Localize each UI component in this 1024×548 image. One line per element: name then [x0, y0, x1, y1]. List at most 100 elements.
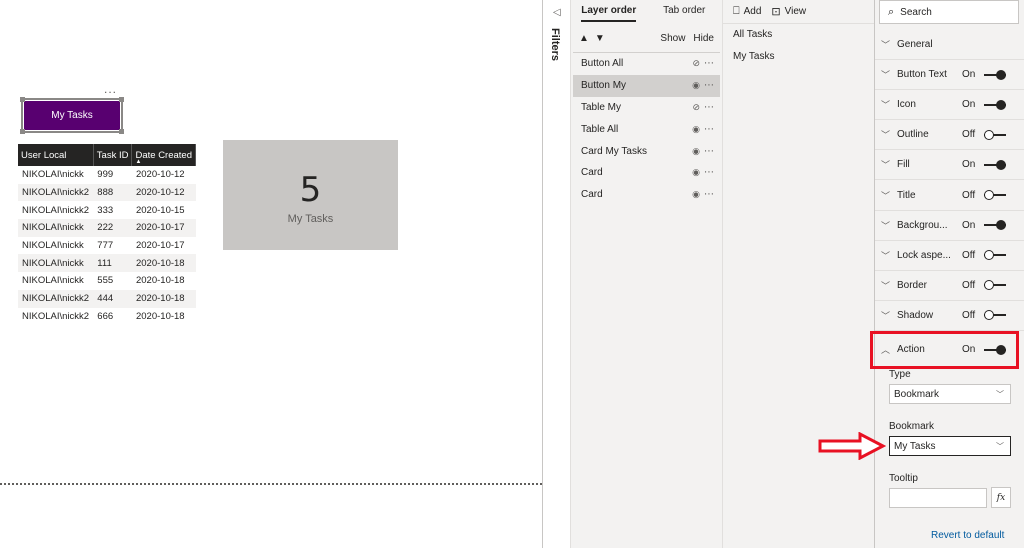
bookmarks-pane: ⎕ Add ⊡ View All Tasks My Tasks: [722, 0, 874, 548]
selection-tabs: Layer order Tab order: [571, 0, 722, 24]
column-header-task-id[interactable]: Task ID: [93, 144, 133, 166]
layer-item[interactable]: Table All ◉ ⋯: [573, 118, 720, 140]
type-dropdown[interactable]: Bookmark ﹀: [889, 384, 1011, 404]
visual-more-options-icon[interactable]: ...: [104, 82, 117, 96]
revert-to-default-link[interactable]: Revert to default: [931, 530, 1004, 541]
tooltip-input[interactable]: [889, 488, 987, 508]
toggle-switch[interactable]: [984, 190, 1006, 201]
toggle-switch[interactable]: [984, 129, 1006, 140]
tab-layer-order[interactable]: Layer order: [571, 0, 647, 24]
filters-label[interactable]: Filters: [549, 28, 561, 61]
format-section-outline[interactable]: ﹀ Outline Off: [875, 120, 1024, 151]
bookmark-value: My Tasks: [894, 440, 936, 452]
layer-item[interactable]: Table My ⊘ ⋯: [573, 97, 720, 119]
table-row[interactable]: NIKOLAI\nickk2 888 2020-10-12: [18, 183, 196, 202]
eye-icon[interactable]: ◉: [692, 167, 700, 178]
resize-handle[interactable]: [20, 97, 25, 102]
toggle-switch[interactable]: [984, 220, 1006, 231]
chevron-down-icon: ﹀: [881, 190, 891, 201]
more-options-icon[interactable]: ⋯: [704, 124, 714, 135]
my-tasks-card[interactable]: 5 My Tasks: [223, 140, 398, 250]
format-section-backgrou[interactable]: ﹀ Backgrou... On: [875, 211, 1024, 241]
format-section-title[interactable]: ﹀ Title Off: [875, 180, 1024, 211]
format-section-lock-aspe[interactable]: ﹀ Lock aspe... Off: [875, 241, 1024, 271]
table-row[interactable]: NIKOLAI\nickk 999 2020-10-12: [18, 166, 196, 184]
column-header-user-local[interactable]: User Local: [18, 144, 94, 166]
table-row[interactable]: NIKOLAI\nickk 555 2020-10-18: [18, 272, 196, 290]
search-placeholder: Search: [900, 6, 932, 18]
layer-item[interactable]: Card ◉ ⋯: [573, 162, 720, 184]
eye-hidden-icon[interactable]: ⊘: [692, 58, 700, 69]
section-label: Title: [897, 189, 916, 201]
table-cell: NIKOLAI\nickk: [18, 254, 94, 273]
type-value: Bookmark: [894, 388, 940, 400]
table-row[interactable]: NIKOLAI\nickk 111 2020-10-18: [18, 254, 196, 273]
table-cell: NIKOLAI\nickk: [22, 275, 84, 287]
add-bookmark-button[interactable]: Add: [744, 6, 762, 17]
expand-filters-icon[interactable]: ◁: [553, 7, 561, 18]
layer-name: Card My Tasks: [581, 145, 647, 157]
format-section-general[interactable]: ﹀ General: [875, 30, 1024, 61]
send-backward-icon[interactable]: ▼: [595, 33, 605, 44]
my-tasks-button[interactable]: My Tasks: [24, 101, 120, 130]
tab-tab-order[interactable]: Tab order: [647, 0, 723, 24]
format-section-action[interactable]: ︿ Action On: [870, 330, 1019, 369]
table-cell: NIKOLAI\nickk2: [22, 204, 90, 216]
filters-pane-collapsed[interactable]: ◁ Filters: [542, 0, 570, 548]
table-row[interactable]: NIKOLAI\nickk2 666 2020-10-18: [18, 308, 196, 326]
view-bookmark-button[interactable]: View: [785, 6, 807, 17]
toggle-switch[interactable]: [984, 159, 1006, 170]
eye-icon[interactable]: ◉: [692, 80, 700, 91]
bookmark-item[interactable]: All Tasks: [723, 24, 874, 46]
format-section-border[interactable]: ﹀ Border Off: [875, 271, 1024, 301]
format-section-fill[interactable]: ﹀ Fill On: [875, 150, 1024, 181]
toggle-switch[interactable]: [984, 69, 1006, 80]
table-row[interactable]: NIKOLAI\nickk2 333 2020-10-15: [18, 201, 196, 219]
layer-item[interactable]: Button My ◉ ⋯: [573, 74, 720, 97]
layer-item[interactable]: Button All ⊘ ⋯: [573, 53, 720, 75]
conditional-format-fx-button[interactable]: fx: [991, 487, 1011, 508]
toggle-switch[interactable]: [984, 344, 1006, 355]
table-row[interactable]: NIKOLAI\nickk2 444 2020-10-18: [18, 289, 196, 308]
toggle-switch[interactable]: [984, 310, 1006, 321]
more-options-icon[interactable]: ⋯: [704, 80, 714, 91]
table-cell: 2020-10-12: [131, 183, 196, 202]
toggle-state-label: On: [962, 99, 976, 111]
toggle-switch[interactable]: [984, 250, 1006, 261]
resize-handle[interactable]: [119, 97, 124, 102]
report-canvas[interactable]: ... My Tasks User Local Task ID Date Cre…: [0, 0, 542, 548]
more-options-icon[interactable]: ⋯: [704, 58, 714, 69]
resize-handle[interactable]: [119, 129, 124, 134]
format-section-icon[interactable]: ﹀ Icon On: [875, 90, 1024, 121]
more-options-icon[interactable]: ⋯: [704, 102, 714, 113]
bring-forward-icon[interactable]: ▲: [579, 33, 589, 44]
toggle-switch[interactable]: [984, 280, 1006, 291]
column-header-date-created[interactable]: Date Created ▲: [131, 144, 196, 166]
layer-item[interactable]: Card ◉ ⋯: [573, 184, 720, 206]
button-selection-frame[interactable]: My Tasks: [20, 97, 124, 134]
hide-all-button[interactable]: Hide: [693, 33, 714, 44]
tasks-table[interactable]: User Local Task ID Date Created ▲ NIKOLAI…: [18, 144, 196, 325]
bookmark-dropdown[interactable]: My Tasks ﹀: [889, 436, 1011, 456]
chevron-down-icon: ﹀: [881, 70, 891, 81]
format-search-input[interactable]: ⌕ Search: [879, 0, 1019, 24]
view-icon: ⊡: [771, 6, 781, 18]
format-section-shadow[interactable]: ﹀ Shadow Off: [875, 301, 1024, 331]
toggle-switch[interactable]: [984, 99, 1006, 110]
table-row[interactable]: NIKOLAI\nickk 222 2020-10-17: [18, 219, 196, 237]
eye-hidden-icon[interactable]: ⊘: [692, 102, 700, 113]
table-row[interactable]: NIKOLAI\nickk 777 2020-10-17: [18, 237, 196, 255]
format-section-button-text[interactable]: ﹀ Button Text On: [875, 60, 1024, 91]
section-label: Border: [897, 279, 928, 291]
eye-icon[interactable]: ◉: [692, 146, 700, 157]
more-options-icon[interactable]: ⋯: [704, 167, 714, 178]
eye-icon[interactable]: ◉: [692, 189, 700, 200]
bookmark-item[interactable]: My Tasks: [723, 46, 874, 68]
eye-icon[interactable]: ◉: [692, 124, 700, 135]
more-options-icon[interactable]: ⋯: [704, 146, 714, 157]
tooltip-label: Tooltip: [889, 473, 918, 484]
layer-item[interactable]: Card My Tasks ◉ ⋯: [573, 140, 720, 162]
show-all-button[interactable]: Show: [660, 33, 685, 44]
more-options-icon[interactable]: ⋯: [704, 189, 714, 200]
resize-handle[interactable]: [20, 129, 25, 134]
